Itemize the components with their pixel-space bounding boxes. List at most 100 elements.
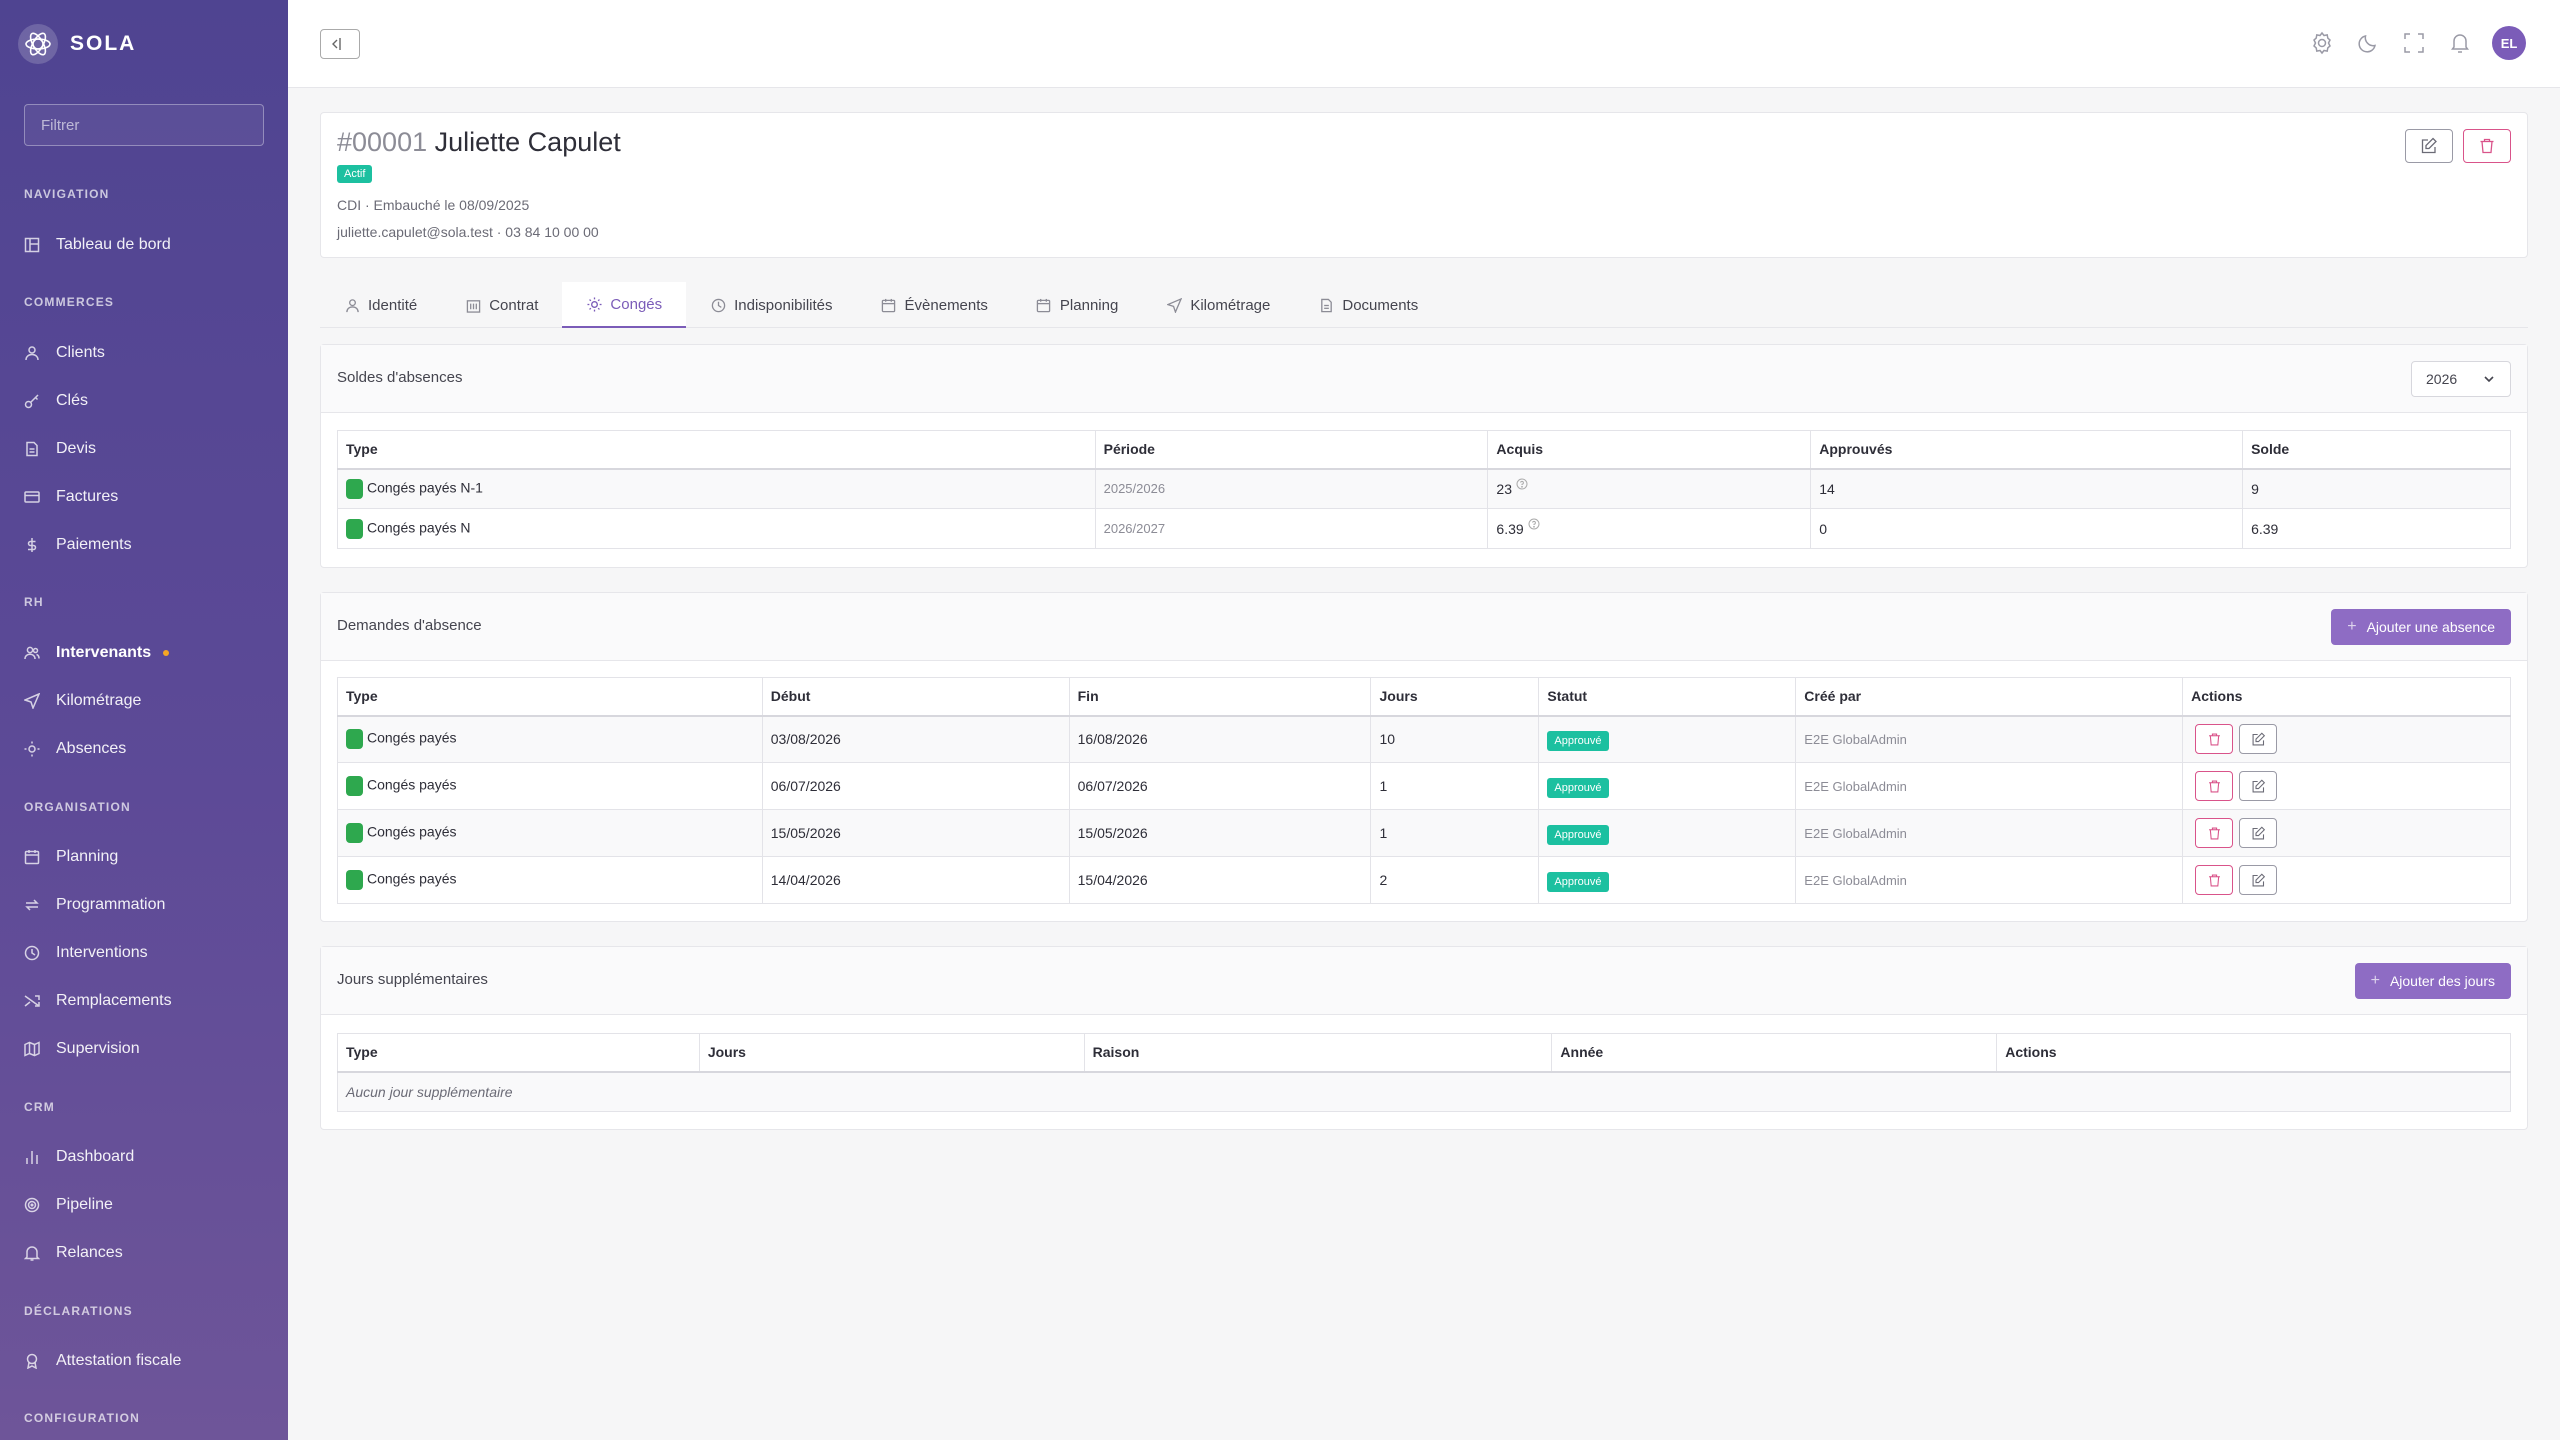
delete-employee-button[interactable] <box>2463 129 2511 163</box>
cell-debut: 06/07/2026 <box>761 762 1070 810</box>
type-color-swatch <box>346 776 363 796</box>
delete-request-button[interactable] <box>2195 865 2234 895</box>
sidebar-item-pipeline[interactable]: Pipeline <box>24 1188 274 1222</box>
trash-icon <box>2208 827 2220 839</box>
cell-acquis: 23 <box>1487 468 1812 509</box>
col-header-fin: Fin <box>1068 677 1372 717</box>
help-circle-icon[interactable] <box>1516 477 1528 493</box>
delete-request-button[interactable] <box>2195 724 2234 755</box>
section-configuration: CONFIGURATION <box>24 1411 141 1425</box>
cell-fin: 15/04/2026 <box>1068 856 1372 904</box>
delete-request-button[interactable] <box>2195 818 2234 848</box>
year-select-value: 2026 <box>2426 371 2458 387</box>
edit-icon <box>2252 732 2265 746</box>
sidebar-item-dashboard[interactable]: Dashboard <box>24 1140 274 1174</box>
tab-kilometrage[interactable]: Kilométrage <box>1142 282 1294 328</box>
sidebar-filter-input[interactable] <box>24 104 264 146</box>
cell-fin: 16/08/2026 <box>1068 715 1372 763</box>
section-organisation: ORGANISATION <box>24 800 131 814</box>
tab-conges[interactable]: Congés <box>562 282 687 328</box>
chevron-down-icon <box>2484 376 2494 383</box>
sidebar-item-label: Interventions <box>56 944 148 961</box>
sidebar-item-supervision[interactable]: Supervision <box>24 1032 274 1066</box>
bar-chart-icon <box>24 1149 40 1165</box>
sidebar-item-interventions[interactable]: Interventions <box>24 936 274 970</box>
status-badge: Approuvé <box>1547 778 1609 798</box>
acquis-value: 23 <box>1496 480 1512 497</box>
edit-request-button[interactable] <box>2239 724 2277 755</box>
brand[interactable]: SOLA <box>18 24 136 64</box>
tab-label: Identité <box>368 296 418 314</box>
add-days-button[interactable]: + Ajouter des jours <box>2354 963 2511 999</box>
sidebar-item-planning[interactable]: Planning <box>24 840 274 874</box>
employee-card: #00001 Juliette Capulet Actif CDI · Emba… <box>320 112 2528 258</box>
cell-jours: 2 <box>1370 856 1540 904</box>
fullscreen-icon[interactable] <box>2400 29 2428 57</box>
delete-request-button[interactable] <box>2195 771 2234 801</box>
tab-contrat[interactable]: Contrat <box>441 282 562 328</box>
col-header-raison: Raison <box>1083 1033 1553 1073</box>
moon-icon[interactable] <box>2354 29 2382 57</box>
sidebar-item-intervenants[interactable]: Intervenants <box>24 636 274 670</box>
help-circle-icon[interactable] <box>1528 517 1540 533</box>
cell-actions <box>2182 715 2511 763</box>
cell-cree-par: E2E GlobalAdmin <box>1795 809 2184 857</box>
add-absence-button[interactable]: + Ajouter une absence <box>2331 609 2511 645</box>
sidebar-item-factures[interactable]: Factures <box>24 480 274 514</box>
col-header-solde: Solde <box>2242 430 2511 470</box>
tab-indisponibilites[interactable]: Indisponibilités <box>686 282 856 328</box>
panel-header: Jours supplémentaires + Ajouter des jour… <box>321 947 2527 1015</box>
year-select[interactable]: 2026 <box>2411 361 2511 397</box>
sidebar-item-tableau-de-bord[interactable]: Tableau de bord <box>24 228 274 262</box>
sidebar-item-absences[interactable]: Absences <box>24 732 274 766</box>
gear-icon[interactable] <box>2308 29 2336 57</box>
sidebar-item-label: Pipeline <box>56 1196 113 1213</box>
table-row: Congés payés 14/04/2026 15/04/2026 2 App… <box>337 856 2511 904</box>
sidebar-item-label: Absences <box>56 740 127 757</box>
map-icon <box>24 1041 40 1057</box>
table-row: Congés payés N 2026/2027 6.39 0 6.39 <box>337 508 2511 549</box>
bell-icon[interactable] <box>2446 29 2474 57</box>
tab-planning[interactable]: Planning <box>1012 282 1142 328</box>
sidebar-item-kilometrage[interactable]: Kilométrage <box>24 684 274 718</box>
type-label: Congés payés N <box>367 519 471 536</box>
type-color-swatch <box>346 870 363 890</box>
trash-icon <box>2208 733 2220 746</box>
type-color-swatch <box>346 518 363 539</box>
collapse-sidebar-button[interactable] <box>320 29 360 59</box>
edit-request-button[interactable] <box>2239 865 2277 895</box>
sidebar-item-paiements[interactable]: Paiements <box>24 528 274 562</box>
table-header-row: Type Jours Raison Année Actions <box>337 1033 2511 1073</box>
sidebar-item-programmation[interactable]: Programmation <box>24 888 274 922</box>
sidebar-item-remplacements[interactable]: Remplacements <box>24 984 274 1018</box>
send-icon <box>24 693 40 709</box>
sidebar-item-clients[interactable]: Clients <box>24 336 274 370</box>
sidebar-item-label: Supervision <box>56 1040 140 1057</box>
edit-icon <box>2252 778 2265 792</box>
tab-identite[interactable]: Identité <box>320 282 441 328</box>
dashboard-icon <box>24 237 40 253</box>
cell-approuves: 14 <box>1810 468 2244 509</box>
panel-title: Jours supplémentaires <box>337 971 488 988</box>
sidebar-item-devis[interactable]: Devis <box>24 432 274 466</box>
cell-periode: 2026/2027 <box>1094 508 1489 549</box>
sidebar-item-label: Intervenants <box>56 644 152 661</box>
tab-label: Congés <box>610 295 663 313</box>
edit-request-button[interactable] <box>2239 818 2277 848</box>
cell-debut: 03/08/2026 <box>761 715 1070 763</box>
avatar[interactable]: EL <box>2492 26 2526 60</box>
tab-evenements[interactable]: Évènements <box>857 282 1012 328</box>
edit-request-button[interactable] <box>2239 771 2277 801</box>
employee-contact-info: juliette.capulet@sola.test · 03 84 10 00… <box>337 224 599 240</box>
award-icon <box>24 1353 40 1369</box>
sidebar-item-cles[interactable]: Clés <box>24 384 274 418</box>
type-label: Congés payés <box>367 823 457 840</box>
button-label: Ajouter une absence <box>2366 619 2495 635</box>
send-icon <box>1166 297 1182 313</box>
edit-employee-button[interactable] <box>2405 129 2453 163</box>
tab-documents[interactable]: Documents <box>1294 282 1442 328</box>
tab-label: Contrat <box>489 296 539 314</box>
sidebar-item-attestation-fiscale[interactable]: Attestation fiscale <box>24 1344 274 1378</box>
col-header-approuves: Approuvés <box>1810 430 2244 470</box>
sidebar-item-relances[interactable]: Relances <box>24 1236 274 1270</box>
